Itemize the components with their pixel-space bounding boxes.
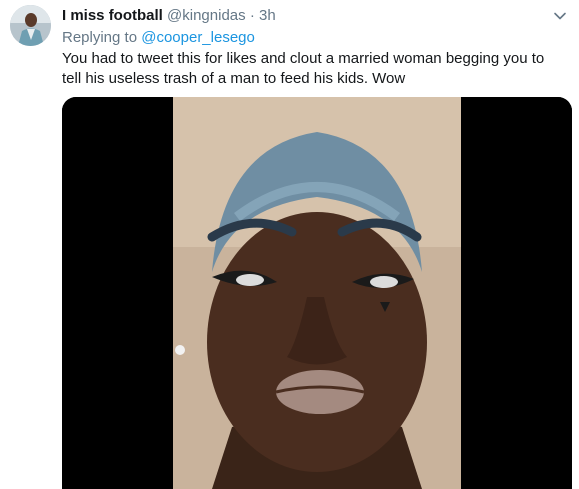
tweet-time[interactable]: 3h <box>259 7 276 24</box>
tweet-video[interactable] <box>62 97 572 489</box>
chevron-down-icon[interactable] <box>553 9 567 23</box>
avatar[interactable] <box>10 5 51 46</box>
display-name[interactable]: I miss football <box>62 7 163 24</box>
replying-to: Replying to @cooper_lesego <box>62 29 255 47</box>
tweet[interactable]: I miss football @kingnidas · 3h Replying… <box>0 0 579 489</box>
reply-mention-link[interactable]: @cooper_lesego <box>141 29 255 46</box>
tweet-header: I miss football @kingnidas · 3h <box>62 7 276 25</box>
tweet-text: You had to tweet this for likes and clou… <box>62 50 545 87</box>
replying-prefix: Replying to <box>62 29 138 46</box>
separator-dot: · <box>249 7 255 24</box>
user-handle[interactable]: @kingnidas <box>167 7 246 24</box>
